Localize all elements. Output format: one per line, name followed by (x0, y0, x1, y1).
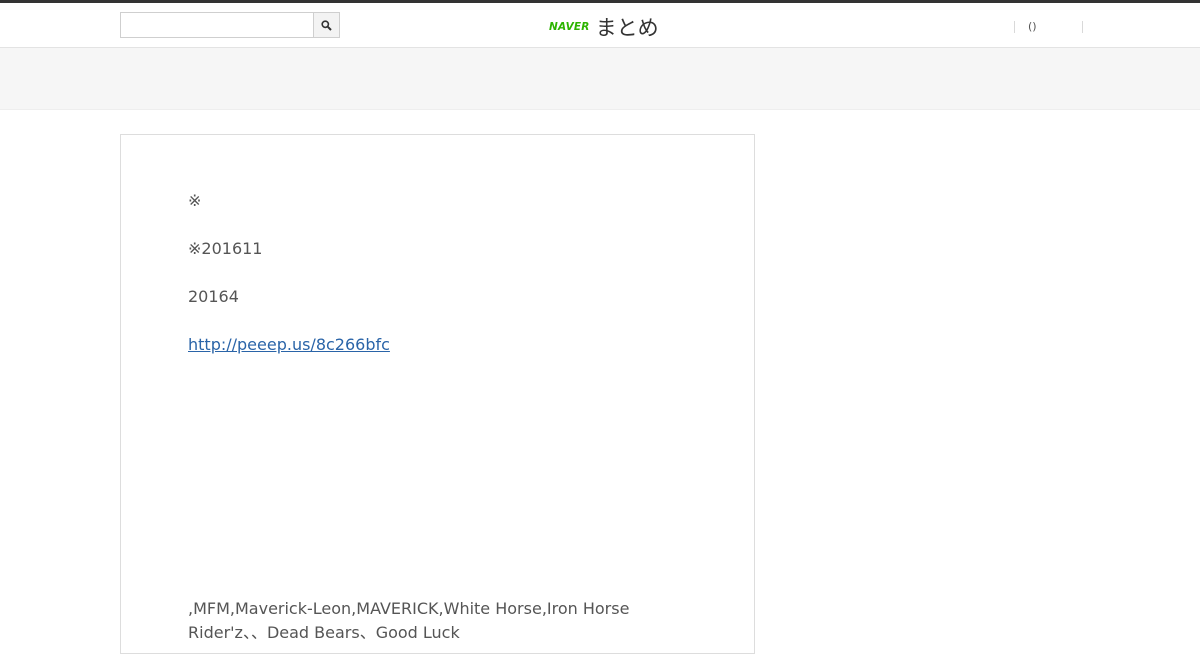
source-link[interactable]: http://peeep.us/8c266bfc (188, 335, 390, 354)
logo-matome-text: まとめ (595, 16, 659, 40)
user-nav-link[interactable]: () (1015, 20, 1050, 34)
search-box (120, 12, 340, 38)
date-text: 20164 (188, 287, 239, 306)
user-navigation: () (1014, 20, 1083, 34)
logo-naver-wordmark: NAVER (549, 21, 590, 33)
search-input[interactable] (121, 13, 314, 37)
top-navigation-bar: NAVER まとめ () (0, 0, 1200, 48)
header-banner-area (0, 48, 1200, 110)
article-card: ※ ※201611 20164 http://peeep.us/8c266bfc… (120, 134, 755, 654)
note-date-text: ※201611 (188, 239, 263, 258)
note-mark-text: ※ (188, 191, 202, 210)
search-icon (321, 19, 332, 31)
article-paragraph: ,MFM,Maverick-Leon,MAVERICK,White Horse,… (188, 599, 630, 642)
site-logo[interactable]: NAVER まとめ (549, 12, 659, 42)
search-button[interactable] (313, 13, 339, 37)
nav-divider (1081, 21, 1083, 33)
